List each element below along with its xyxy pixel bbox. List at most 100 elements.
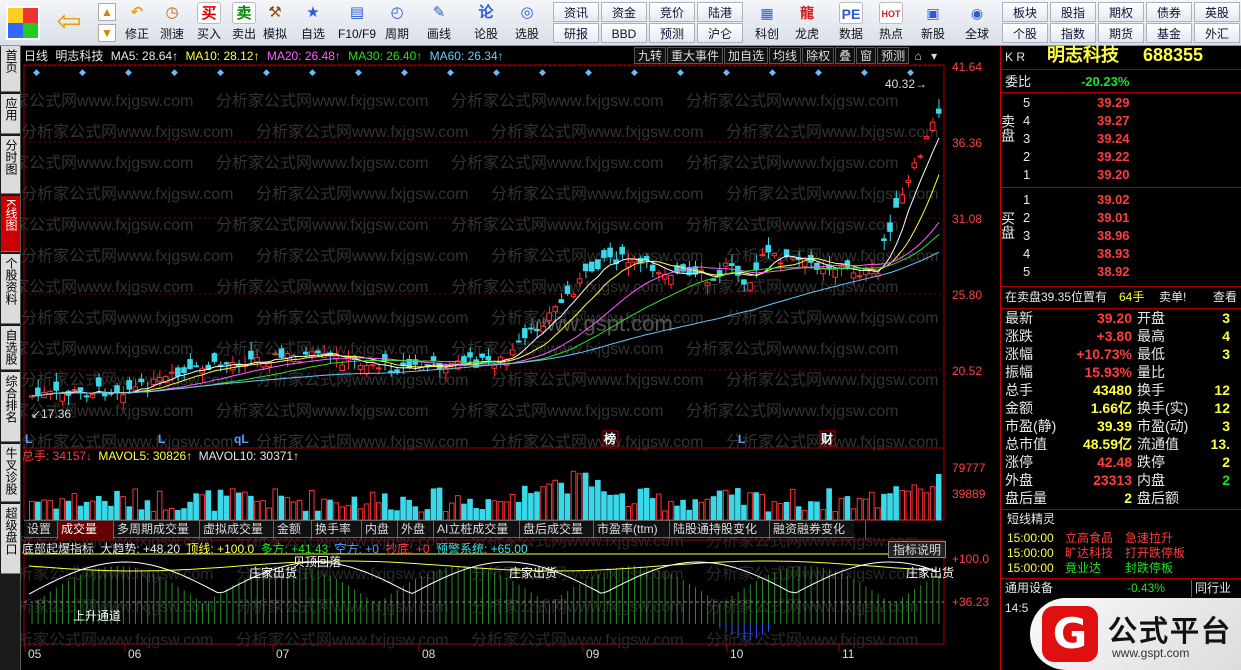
header-button[interactable]: 九转 xyxy=(634,47,667,64)
indicator-explain-button[interactable]: 指标说明 xyxy=(888,541,946,558)
left-tab[interactable]: 分时图 xyxy=(1,136,20,194)
kline-chart[interactable]: 41.64 36.36 31.08 25.80 20.52 分析家公式网www.fxjgs… xyxy=(21,46,1000,670)
toolbar-clock-button[interactable]: ◷ 测速 xyxy=(155,2,189,44)
sell-level-price[interactable]: 39.29 xyxy=(1097,94,1130,111)
header-button[interactable]: 重大事件 xyxy=(667,47,724,64)
toolbar-market-button[interactable]: 股指 xyxy=(1050,2,1096,22)
toolbar-buy-button[interactable]: 买买入 xyxy=(192,2,226,44)
indicator-tab[interactable]: 成交量 xyxy=(58,521,114,539)
buy-level-price[interactable]: 38.96 xyxy=(1097,227,1130,244)
toolbar-market-button[interactable]: 英股 xyxy=(1194,2,1240,22)
toolbar-chart-button[interactable]: ▦ 科创 xyxy=(748,2,786,44)
toolbar-undo-arrow-button[interactable]: ↶ 修正 xyxy=(120,2,154,44)
event-marker[interactable]: 财 xyxy=(820,431,833,446)
sell-level-price[interactable]: 39.22 xyxy=(1097,148,1130,165)
toolbar-select-stock-button[interactable]: ◎ 选股 xyxy=(510,2,544,44)
header-button[interactable]: 均线 xyxy=(769,47,802,64)
toolbar-grid-button[interactable]: 竞价 xyxy=(649,2,695,22)
period-label[interactable]: 日线 xyxy=(24,49,48,63)
toolbar-star-button[interactable]: ★ 自选 xyxy=(296,2,330,44)
left-tab[interactable]: K线图 xyxy=(1,196,20,252)
left-tab[interactable]: 自选股 xyxy=(1,326,20,370)
indicator-tab[interactable]: 融资融券变化 xyxy=(770,521,866,539)
candle-body xyxy=(582,263,589,272)
toolbar-grid-button[interactable]: 资讯 xyxy=(553,2,599,22)
toolbar-ipo-button[interactable]: ▣ 新股 xyxy=(914,2,952,44)
indicator-tab[interactable]: 市盈率(ttm) xyxy=(594,521,670,539)
sell-alert-link[interactable]: 查看 xyxy=(1213,289,1237,306)
toolbar-pencil-button[interactable]: ✎ 画线 xyxy=(422,2,456,44)
toolbar-grid-button[interactable]: 预测 xyxy=(649,23,695,43)
toolbar-market-button[interactable]: 债券 xyxy=(1146,2,1192,22)
event-marker[interactable]: L xyxy=(738,432,745,446)
indicator-tab[interactable]: 盘后成交量 xyxy=(520,521,594,539)
buy-level-price[interactable]: 39.01 xyxy=(1097,209,1130,226)
toolbar-market-button[interactable]: 基金 xyxy=(1146,23,1192,43)
indicator-tab[interactable]: 陆股通持股变化 xyxy=(670,521,770,539)
left-tab[interactable]: 牛叉诊股 xyxy=(1,444,20,502)
sell-level-price[interactable]: 39.27 xyxy=(1097,112,1130,129)
toolbar-market-button[interactable]: 板块 xyxy=(1002,2,1048,22)
toolbar-grid-button[interactable]: BBD xyxy=(601,23,647,43)
header-button[interactable]: 加自选 xyxy=(724,47,769,64)
hot-icon: HOT xyxy=(879,2,903,24)
indicator-name[interactable]: 底部起爆指标 xyxy=(22,542,94,556)
indicator-tab[interactable]: 外盘 xyxy=(398,521,434,539)
toolbar-hot-button[interactable]: HOT 热点 xyxy=(872,2,910,44)
sell-level-price[interactable]: 39.20 xyxy=(1097,166,1130,183)
indicator-tab[interactable]: 内盘 xyxy=(362,521,398,539)
news-title[interactable]: 短线精灵 xyxy=(1007,511,1055,528)
toolbar-f10-button[interactable]: ▤ F10/F9 xyxy=(336,2,378,44)
indicator-tab[interactable]: AI立桩成交量 xyxy=(434,521,520,539)
indicator-tab[interactable]: 金额 xyxy=(274,521,312,539)
volume-bar xyxy=(29,500,35,521)
toolbar-market-button[interactable]: 个股 xyxy=(1002,23,1048,43)
toolbar-market-button[interactable]: 指数 xyxy=(1050,23,1096,43)
buy-level-price[interactable]: 39.02 xyxy=(1097,191,1130,208)
toolbar-market-button[interactable]: 期货 xyxy=(1098,23,1144,43)
toolbar-dragon-button[interactable]: 龍龙虎 xyxy=(788,2,826,44)
event-marker[interactable]: L xyxy=(25,432,32,446)
event-marker[interactable]: 榜 xyxy=(604,431,616,446)
back-arrow-icon[interactable]: ⇦ xyxy=(52,7,86,38)
indicator-tab[interactable]: 换手率 xyxy=(312,521,362,539)
toolbar-sell-button[interactable]: 卖卖出 xyxy=(227,2,261,44)
header-button[interactable]: 窗 xyxy=(856,47,877,64)
down-icon[interactable]: ▼ xyxy=(98,24,116,42)
header-button[interactable]: 除权 xyxy=(802,47,835,64)
header-button[interactable]: 叠 xyxy=(835,47,856,64)
header-button[interactable]: 预测 xyxy=(877,47,910,64)
lock-icon[interactable]: ⌂ xyxy=(910,49,926,63)
toolbar-market-button[interactable]: 外汇 xyxy=(1194,23,1240,43)
toolbar-period-button[interactable]: ◴ 周期 xyxy=(380,2,414,44)
indicator-tab[interactable]: 设置 xyxy=(24,521,58,539)
event-marker[interactable]: qL xyxy=(234,432,249,446)
industry-link[interactable]: 同行业 xyxy=(1191,580,1234,597)
left-tab[interactable]: 个股资料 xyxy=(1,254,20,324)
chevron-down-icon[interactable]: ▾ xyxy=(926,49,942,63)
left-tab[interactable]: 超级盘口 xyxy=(1,504,20,574)
toolbar-globe-button[interactable]: ◉ 全球 xyxy=(958,2,996,44)
stat-value: +3.80 xyxy=(1096,328,1132,344)
indicator-tab[interactable]: 虚拟成交量 xyxy=(200,521,274,539)
toolbar-discuss-button[interactable]: 论论股 xyxy=(469,2,503,44)
news-stock[interactable]: 竟业达 xyxy=(1065,560,1101,577)
toolbar-market-button[interactable]: 期权 xyxy=(1098,2,1144,22)
event-marker[interactable]: L xyxy=(158,432,165,446)
left-tab[interactable]: 综合排名 xyxy=(1,372,20,442)
sell-level-price[interactable]: 39.24 xyxy=(1097,130,1130,147)
toolbar-grid-button[interactable]: 资金 xyxy=(601,2,647,22)
industry-name[interactable]: 通用设备 xyxy=(1005,580,1053,597)
buy-level-price[interactable]: 38.92 xyxy=(1097,263,1130,280)
left-tab[interactable]: 首页 xyxy=(1,46,20,92)
buy-level-price[interactable]: 38.93 xyxy=(1097,245,1130,262)
app-logo-icon[interactable] xyxy=(6,6,40,40)
left-tab[interactable]: 应用 xyxy=(1,94,20,134)
toolbar-grid-button[interactable]: 研报 xyxy=(553,23,599,43)
indicator-tab[interactable]: 多周期成交量 xyxy=(114,521,200,539)
toolbar-hammer-button[interactable]: ⚒ 模拟 xyxy=(258,2,292,44)
toolbar-pe-button[interactable]: PE 数据 xyxy=(832,2,870,44)
toolbar-grid-button[interactable]: 沪仑 xyxy=(697,23,743,43)
toolbar-grid-button[interactable]: 陆港 xyxy=(697,2,743,22)
up-icon[interactable]: ▲ xyxy=(98,3,116,21)
